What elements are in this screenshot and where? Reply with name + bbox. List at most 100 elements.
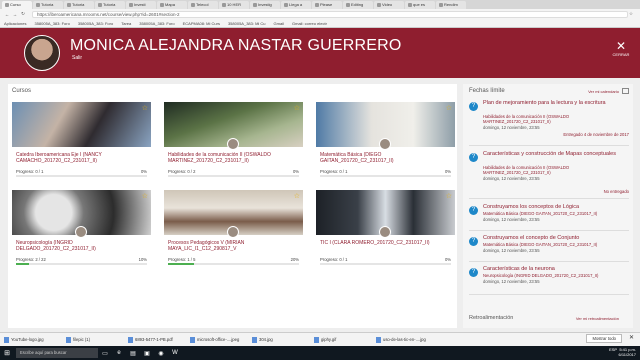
- deadline-title[interactable]: Características y construcción de Mapas …: [483, 151, 627, 158]
- bookmark-item[interactable]: 358005A_383: Mi Cu: [228, 21, 266, 26]
- deadline-item[interactable]: ? Características de la neurona Neuropsi…: [469, 266, 629, 292]
- star-icon[interactable]: ☆: [446, 192, 452, 200]
- browser-tab[interactable]: Please: [312, 1, 342, 9]
- bookmark-item[interactable]: Gmail: [274, 21, 284, 26]
- browser-tab-label: Curso: [10, 2, 21, 7]
- logout-link[interactable]: Salir: [72, 55, 82, 61]
- bookmark-item[interactable]: Aplicaciones: [4, 21, 26, 26]
- edge-icon[interactable]: e: [112, 346, 126, 360]
- store-icon[interactable]: ▣: [140, 346, 154, 360]
- star-icon[interactable]: ☆: [142, 104, 148, 112]
- browser-tab-label: Tutoria: [72, 2, 85, 7]
- course-title[interactable]: TIC I (CLARA ROMERO_201720_C2_231017_II): [320, 240, 452, 246]
- deadline-course[interactable]: Matemática Básica (DIEGO GAITAN_201720_C…: [483, 211, 629, 216]
- deadline-course[interactable]: Habilidades de la comunicación II (OSWAL…: [483, 165, 629, 175]
- deadline-title[interactable]: Construyamos los conceptos de Lógica: [483, 204, 627, 211]
- download-item[interactable]: giphy.gif: [314, 336, 372, 343]
- download-item[interactable]: YouTube-logo.jpg: [4, 336, 62, 343]
- course-title[interactable]: Neuropsicología (INGRID DELGADO_201720_C…: [16, 240, 148, 252]
- folder-icon[interactable]: ▤: [126, 346, 140, 360]
- download-item[interactable]: 304.jpg: [252, 336, 310, 343]
- course-percent: 0%: [140, 169, 147, 174]
- browser-tab[interactable]: Mapa: [157, 1, 187, 9]
- calendar-icon[interactable]: [622, 88, 629, 94]
- windows-start-icon[interactable]: ⊞: [0, 346, 14, 360]
- course-title[interactable]: Habilidades de la comunicación II (OSWAL…: [168, 152, 300, 164]
- browser-tab[interactable]: Investig: [250, 1, 280, 9]
- course-card[interactable]: ☆ Matemática Básica (DIEGO GAITAN_201720…: [316, 102, 455, 178]
- star-icon[interactable]: ☆: [142, 192, 148, 200]
- course-title[interactable]: Procesos Pedagógicos V (MIRIAN MAYA_LIC_…: [168, 240, 300, 252]
- browser-tab[interactable]: Video: [374, 1, 404, 9]
- course-title[interactable]: Matemática Básica (DIEGO GAITAN_201720_C…: [320, 152, 452, 164]
- star-icon[interactable]: ☆: [294, 192, 300, 200]
- download-item[interactable]: uso-de-las-tic-en-....jpg: [376, 336, 434, 343]
- deadline-title[interactable]: Características de la neurona: [483, 266, 627, 273]
- course-percent: 0%: [292, 169, 299, 174]
- browser-tab[interactable]: Editing: [343, 1, 373, 9]
- progress-bar: [168, 263, 299, 265]
- bookmark-item[interactable]: 358005A_383: Foro: [139, 21, 174, 26]
- browser-tab[interactable]: Rendim: [436, 1, 466, 9]
- close-label: CERRAR: [612, 52, 630, 57]
- system-tray[interactable]: ESP 5:41 p.m. 6/11/2017: [609, 347, 636, 357]
- browser-tab[interactable]: Telecol: [188, 1, 218, 9]
- bookmark-item[interactable]: 358005A_383: Foro: [78, 21, 113, 26]
- deadline-title[interactable]: Construyamos el concepto de Conjunto: [483, 235, 627, 242]
- deadline-item[interactable]: ? Plan de mejoramiento para la lectura y…: [469, 100, 629, 138]
- course-title[interactable]: Catedra Iberoamericana Eje I (NANCY CAMA…: [16, 152, 148, 164]
- close-icon[interactable]: ✕: [629, 334, 634, 341]
- back-icon[interactable]: ←: [4, 12, 10, 17]
- bookmark-star-icon[interactable]: ☆: [628, 11, 634, 17]
- download-item[interactable]: 6893-5477-1-PB.pdf: [128, 336, 186, 343]
- course-card[interactable]: ☆ Neuropsicología (INGRID DELGADO_201720…: [12, 190, 151, 266]
- forward-icon[interactable]: →: [12, 12, 18, 17]
- file-icon: [314, 336, 319, 343]
- bookmark-item[interactable]: Gmail: correo electr: [292, 21, 327, 26]
- close-button[interactable]: ✕ CERRAR: [608, 40, 634, 57]
- view-calendar-link[interactable]: Ver mi calendario: [588, 89, 619, 94]
- deadline-course[interactable]: Matemática Básica (DIEGO GAITAN_201720_C…: [483, 242, 629, 247]
- show-all-downloads-button[interactable]: Mostrar todo: [586, 334, 622, 343]
- task-view-icon[interactable]: ▭: [98, 346, 112, 360]
- chrome-icon[interactable]: ◉: [154, 346, 168, 360]
- course-percent: 10%: [138, 257, 147, 262]
- bookmark-item[interactable]: Tarea: [121, 21, 131, 26]
- progress-fill: [168, 263, 195, 265]
- course-card[interactable]: ☆ TIC I (CLARA ROMERO_201720_C2_231017_I…: [316, 190, 455, 266]
- browser-tab[interactable]: Curso: [2, 1, 32, 9]
- browser-tab[interactable]: Tutoria: [64, 1, 94, 9]
- deadline-item[interactable]: ? Construyamos los conceptos de Lógica M…: [469, 204, 629, 230]
- avatar: [24, 35, 60, 71]
- bookmark-item[interactable]: ECAPMA08: Mi Curs: [183, 21, 220, 26]
- course-card[interactable]: ☆ Catedra Iberoamericana Eje I (NANCY CA…: [12, 102, 151, 178]
- download-filename: uso-de-las-tic-en-....jpg: [383, 337, 426, 342]
- taskbar-search[interactable]: Escribe aquí para buscar: [16, 348, 98, 358]
- progress-bar: [16, 263, 147, 265]
- word-icon[interactable]: W: [168, 346, 182, 360]
- download-item[interactable]: filepic (1): [66, 336, 124, 343]
- star-icon[interactable]: ☆: [294, 104, 300, 112]
- deadline-title[interactable]: Plan de mejoramiento para la lectura y l…: [483, 100, 627, 107]
- reload-icon[interactable]: ↻: [20, 11, 26, 17]
- bookmark-item[interactable]: 358005A_383: Foro: [34, 21, 69, 26]
- browser-tab[interactable]: Tutoria: [95, 1, 125, 9]
- deadline-item[interactable]: ? Construyamos el concepto de Conjunto M…: [469, 235, 629, 261]
- course-card[interactable]: ☆ Procesos Pedagógicos V (MIRIAN MAYA_LI…: [164, 190, 303, 266]
- download-item[interactable]: microsoft-office-....jpeg: [190, 336, 248, 343]
- assignment-icon: ?: [469, 153, 478, 162]
- star-icon[interactable]: ☆: [446, 104, 452, 112]
- view-feedback-link[interactable]: Ver mi retroalimentación: [576, 316, 619, 321]
- deadline-item[interactable]: ? Características y construcción de Mapa…: [469, 151, 629, 194]
- browser-tab[interactable]: que es: [405, 1, 435, 9]
- url-field[interactable]: https://iberoamericana.mrooms.net/course…: [32, 10, 628, 18]
- course-card[interactable]: ☆ Habilidades de la comunicación II (OSW…: [164, 102, 303, 178]
- browser-tab[interactable]: Investi: [126, 1, 156, 9]
- downloads-bar: YouTube-logo.jpg filepic (1) 6893-5477-1-P…: [0, 332, 640, 346]
- browser-tab[interactable]: 10 HER: [219, 1, 249, 9]
- deadline-course[interactable]: Neuropsicología (INGRID DELGADO_201720_C…: [483, 273, 629, 278]
- browser-tab[interactable]: Tutoria: [33, 1, 63, 9]
- browser-tab[interactable]: Llega a: [281, 1, 311, 9]
- assignment-icon: ?: [469, 102, 478, 111]
- deadline-course[interactable]: Habilidades de la comunicación II (OSWAL…: [483, 114, 629, 124]
